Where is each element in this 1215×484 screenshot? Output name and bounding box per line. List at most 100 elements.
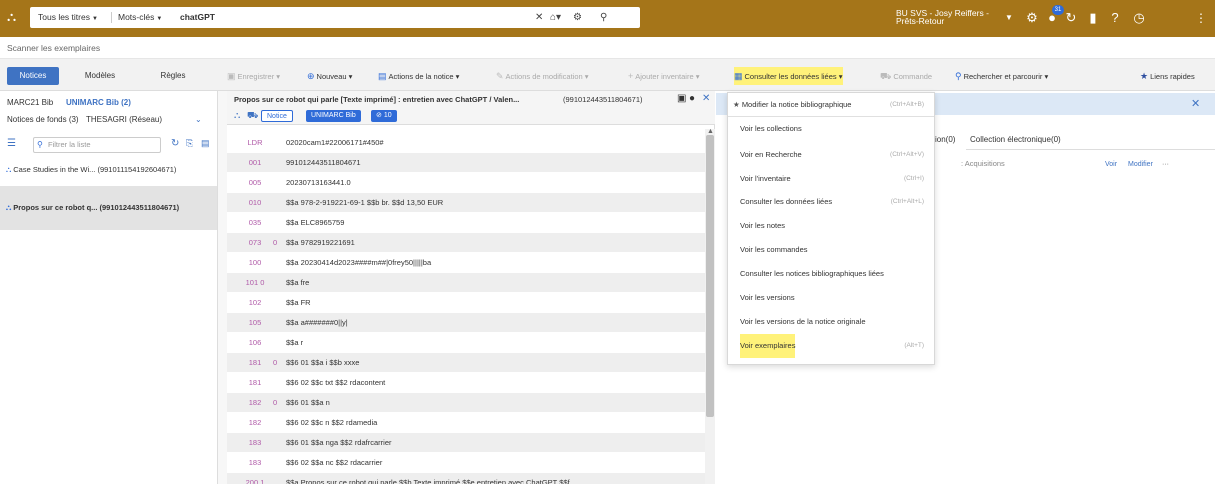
marc-field-row[interactable]: 073 0 $$a 9782919221691 bbox=[227, 233, 705, 253]
tab-notices[interactable]: Notices bbox=[7, 67, 59, 85]
more-menu-icon[interactable]: ⋮ bbox=[1193, 9, 1209, 27]
tab-unimarc[interactable]: UNIMARC Bib (2) bbox=[66, 96, 131, 110]
home-scope-icon[interactable]: ⌂▾ bbox=[550, 7, 561, 28]
menu-item[interactable]: Consulter les notices bibliographiques l… bbox=[728, 262, 934, 286]
menu-item[interactable]: Voir les versions de la notice originale bbox=[728, 310, 934, 334]
close-icon[interactable]: ✕ bbox=[1191, 93, 1200, 115]
view-link[interactable]: Voir bbox=[1105, 161, 1117, 168]
marc-field-row[interactable]: 100 $$a 20230414d2023####m##|0frey50|||||… bbox=[227, 253, 705, 273]
plus-icon: + bbox=[628, 71, 634, 81]
list-item-selected[interactable]: ⛬ Propos sur ce robot q... (9910124435118… bbox=[0, 186, 217, 230]
menu-item[interactable]: Voir l'inventaire (Ctrl+I) bbox=[728, 167, 934, 191]
tab-ion[interactable]: ion(0) bbox=[935, 135, 955, 144]
marc-value[interactable]: 02020cam1#22006171#450# bbox=[286, 133, 384, 153]
order-button[interactable]: ⛟ Commande bbox=[880, 67, 932, 85]
menu-item[interactable]: Voir en Recherche (Ctrl+Alt+V) bbox=[728, 143, 934, 167]
marc-field-row[interactable]: 181 $$6 02 $$c txt $$2 rdacontent bbox=[227, 373, 705, 393]
marc-field-row[interactable]: 182 0 $$6 01 $$a n bbox=[227, 393, 705, 413]
search-scope-dropdown[interactable]: Tous les titres ▼ bbox=[38, 7, 98, 28]
tasks-icon[interactable]: ↻ bbox=[1063, 9, 1079, 27]
more-icon[interactable]: ··· bbox=[1162, 161, 1169, 168]
close-icon[interactable]: ✕ bbox=[702, 93, 710, 104]
marc-tag: 100 bbox=[248, 258, 262, 267]
search-browse-label: Rechercher et parcourir bbox=[963, 72, 1043, 81]
search-input[interactable]: chatGPT bbox=[180, 7, 215, 28]
edit-actions-button[interactable]: ✎ Actions de modification ▾ bbox=[496, 67, 589, 85]
menu-item[interactable]: Voir exemplaires (Alt+T) bbox=[728, 334, 934, 358]
marc-value[interactable]: 20230713163441.0 bbox=[286, 173, 351, 193]
scan-items-link[interactable]: Scanner les exemplaires bbox=[7, 43, 100, 53]
marc-field-row[interactable]: 181 0 $$6 01 $$a i $$b xxxe bbox=[227, 353, 705, 373]
marc-value[interactable]: $$6 01 $$a i $$b xxxe bbox=[286, 353, 359, 373]
save-button[interactable]: ▣ Enregistrer ▾ bbox=[227, 67, 280, 85]
menu-item[interactable]: Voir les versions bbox=[728, 286, 934, 310]
menu-item[interactable]: Voir les commandes bbox=[728, 238, 934, 262]
clear-search-icon[interactable]: ✕ bbox=[535, 7, 543, 28]
tab-marc21[interactable]: MARC21 Bib bbox=[7, 96, 53, 110]
record-title: Propos sur ce robot qui parle [Texte imp… bbox=[234, 95, 520, 104]
menu-item[interactable]: Voir les notes bbox=[728, 214, 934, 238]
help-icon[interactable]: ? bbox=[1107, 9, 1123, 27]
tab-electronic-collection[interactable]: Collection électronique(0) bbox=[970, 135, 1061, 144]
edit-link[interactable]: Modifier bbox=[1128, 161, 1153, 168]
marc-field-row[interactable]: 101 0 $$a fre bbox=[227, 273, 705, 293]
search-field-dropdown[interactable]: Mots-clés ▼ bbox=[118, 7, 162, 28]
marc-value[interactable]: $$6 01 $$a nga $$2 rdafrcarrier bbox=[286, 433, 392, 453]
menu-item[interactable]: ★ Modifier la notice bibliographique (Ctr… bbox=[728, 93, 934, 117]
marc-field-row[interactable]: 102 $$a FR bbox=[227, 293, 705, 313]
info-icon[interactable]: ● bbox=[689, 93, 695, 104]
marc-field-row[interactable]: 105 $$a a#######0||y| bbox=[227, 313, 705, 333]
record-actions-button[interactable]: ▤ Actions de la notice ▾ bbox=[378, 67, 459, 85]
marc-field-row[interactable]: 001 991012443511804671 bbox=[227, 153, 705, 173]
marc-field-row[interactable]: 200 1 $$a Propos sur ce robot qui parle $… bbox=[227, 473, 705, 484]
marc-value[interactable]: $$a fre bbox=[286, 273, 309, 293]
marc-value[interactable]: $$6 02 $$c txt $$2 rdacontent bbox=[286, 373, 385, 393]
linked-data-button[interactable]: ▦ Consulter les données liées ▾ bbox=[734, 67, 843, 85]
marc-value[interactable]: $$a FR bbox=[286, 293, 311, 313]
marc-value[interactable]: 991012443511804671 bbox=[286, 153, 361, 173]
tab-thesagri[interactable]: THESAGRI (Réseau) bbox=[86, 113, 162, 127]
marc-tag: 102 bbox=[248, 298, 262, 307]
marc-field-row[interactable]: 005 20230713163441.0 bbox=[227, 173, 705, 193]
marc-field-row[interactable]: 106 $$a r bbox=[227, 333, 705, 353]
tab-modeles[interactable]: Modèles bbox=[77, 67, 123, 85]
marc-value[interactable]: $$a a#######0||y| bbox=[286, 313, 348, 333]
scrollbar-thumb[interactable] bbox=[706, 135, 714, 417]
marc-field-row[interactable]: 183 $$6 01 $$a nga $$2 rdafrcarrier bbox=[227, 433, 705, 453]
marc-field-row[interactable]: 035 $$a ELC8965759 bbox=[227, 213, 705, 233]
panel-resize-handle[interactable] bbox=[218, 91, 227, 484]
search-browse-button[interactable]: ⚲ Rechercher et parcourir ▾ bbox=[955, 67, 1048, 85]
marc-field-row[interactable]: 010 $$a 978-2-919221-69-1 $$b br. $$d 13,… bbox=[227, 193, 705, 213]
search-icon[interactable]: ⚲ bbox=[600, 7, 607, 28]
user-location[interactable]: BU SVS - Josy Reiffers - Prêts-Retour bbox=[896, 9, 996, 26]
clipboard-icon[interactable]: ▮ bbox=[1085, 9, 1101, 27]
save-record-icon[interactable]: ▣ bbox=[677, 93, 686, 104]
marc-value[interactable]: $$a ELC8965759 bbox=[286, 213, 344, 233]
scroll-up-arrow-icon[interactable]: ▲ bbox=[707, 128, 714, 135]
marc-value[interactable]: $$6 01 $$a n bbox=[286, 393, 330, 413]
tabs-overflow-chevron-icon[interactable]: ⌄ bbox=[195, 113, 202, 127]
menu-item[interactable]: Voir les collections bbox=[728, 117, 934, 141]
marc-value[interactable]: $$a Propos sur ce robot qui parle $$b Te… bbox=[286, 473, 570, 484]
marc-field-row[interactable]: 183 $$6 02 $$a nc $$2 rdacarrier bbox=[227, 453, 705, 473]
marc-field-row[interactable]: 182 $$6 02 $$c n $$2 rdamedia bbox=[227, 413, 705, 433]
new-button[interactable]: ⊕ Nouveau ▾ bbox=[307, 67, 352, 85]
marc-value[interactable]: $$6 02 $$a nc $$2 rdacarrier bbox=[286, 453, 382, 473]
menu-item[interactable]: Consulter les données liées (Ctrl+Alt+L) bbox=[728, 190, 934, 214]
marc-value[interactable]: $$6 02 $$c n $$2 rdamedia bbox=[286, 413, 377, 433]
advanced-search-icon[interactable]: ⚙ bbox=[573, 7, 582, 28]
user-menu-chevron-icon[interactable]: ▼ bbox=[1001, 9, 1017, 27]
add-inventory-button[interactable]: + Ajouter inventaire ▾ bbox=[628, 67, 700, 85]
settings-gears-icon[interactable]: ⚙ bbox=[1024, 9, 1040, 27]
marc-value[interactable]: $$a 978-2-919221-69-1 $$b br. $$d 13,50 … bbox=[286, 193, 443, 213]
marc-value[interactable]: $$a 20230414d2023####m##|0frey50|||||ba bbox=[286, 253, 431, 273]
quick-links-button[interactable]: ★ Liens rapides bbox=[1140, 67, 1195, 85]
marc-value[interactable]: $$a r bbox=[286, 333, 303, 353]
add-inventory-label: Ajouter inventaire bbox=[635, 72, 694, 81]
tab-fonds[interactable]: Notices de fonds (3) bbox=[7, 113, 79, 127]
history-icon[interactable]: ◷ bbox=[1131, 9, 1147, 27]
alma-logo-icon[interactable]: ⛬ bbox=[7, 10, 21, 24]
marc-field-row[interactable]: LDR 02020cam1#22006171#450# bbox=[227, 133, 705, 153]
tab-regles[interactable]: Règles bbox=[153, 67, 193, 85]
marc-value[interactable]: $$a 9782919221691 bbox=[286, 233, 355, 253]
